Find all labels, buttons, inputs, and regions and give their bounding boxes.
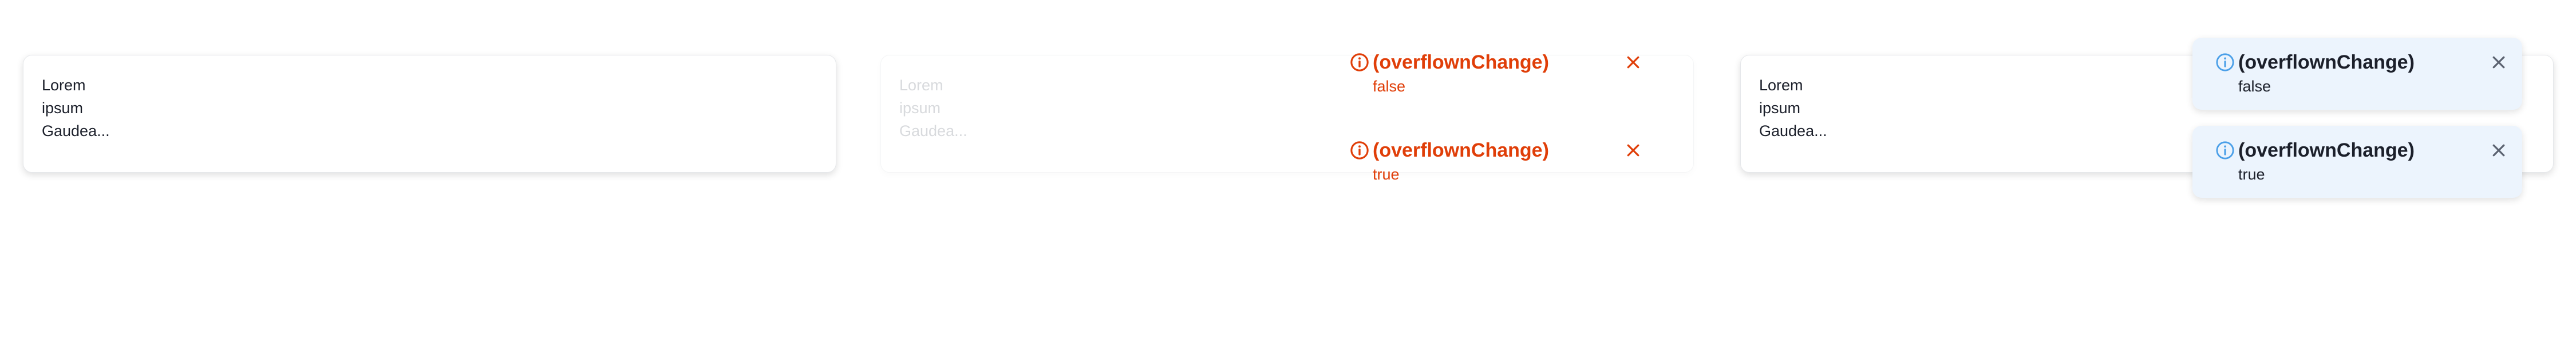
toast-message: false: [1373, 78, 1406, 95]
notification-toast: (overflownChange) true: [2192, 126, 2522, 198]
demo-stage: Lorem ipsum Gaudea... Lorem ipsum Gaudea…: [0, 0, 2576, 343]
overflow-text-card: Lorem ipsum Gaudea...: [23, 55, 836, 173]
close-icon[interactable]: [1625, 54, 1642, 71]
card-line: Gaudea...: [42, 122, 110, 139]
close-icon[interactable]: [2490, 54, 2507, 71]
toast-title: (overflownChange): [1373, 139, 1549, 161]
info-circle-icon: [2216, 141, 2234, 159]
info-circle-icon: [1350, 53, 1369, 71]
toast-message: true: [1373, 166, 1400, 183]
toast-message: false: [2238, 78, 2271, 95]
info-circle-icon: [2216, 53, 2234, 71]
close-icon[interactable]: [2490, 142, 2507, 159]
toast-title: (overflownChange): [2238, 139, 2415, 161]
info-circle-icon: [1350, 141, 1369, 159]
card-line: ipsum: [42, 99, 84, 117]
notification-toast: (overflownChange) false: [1327, 38, 1657, 110]
toast-title: (overflownChange): [1373, 51, 1549, 73]
toast-message: true: [2238, 166, 2265, 183]
toast-title: (overflownChange): [2238, 51, 2415, 73]
card-line: Lorem: [42, 77, 86, 94]
notification-toast: (overflownChange) true: [1327, 126, 1657, 198]
close-icon[interactable]: [1625, 142, 1642, 159]
notification-toast: (overflownChange) false: [2192, 38, 2522, 110]
